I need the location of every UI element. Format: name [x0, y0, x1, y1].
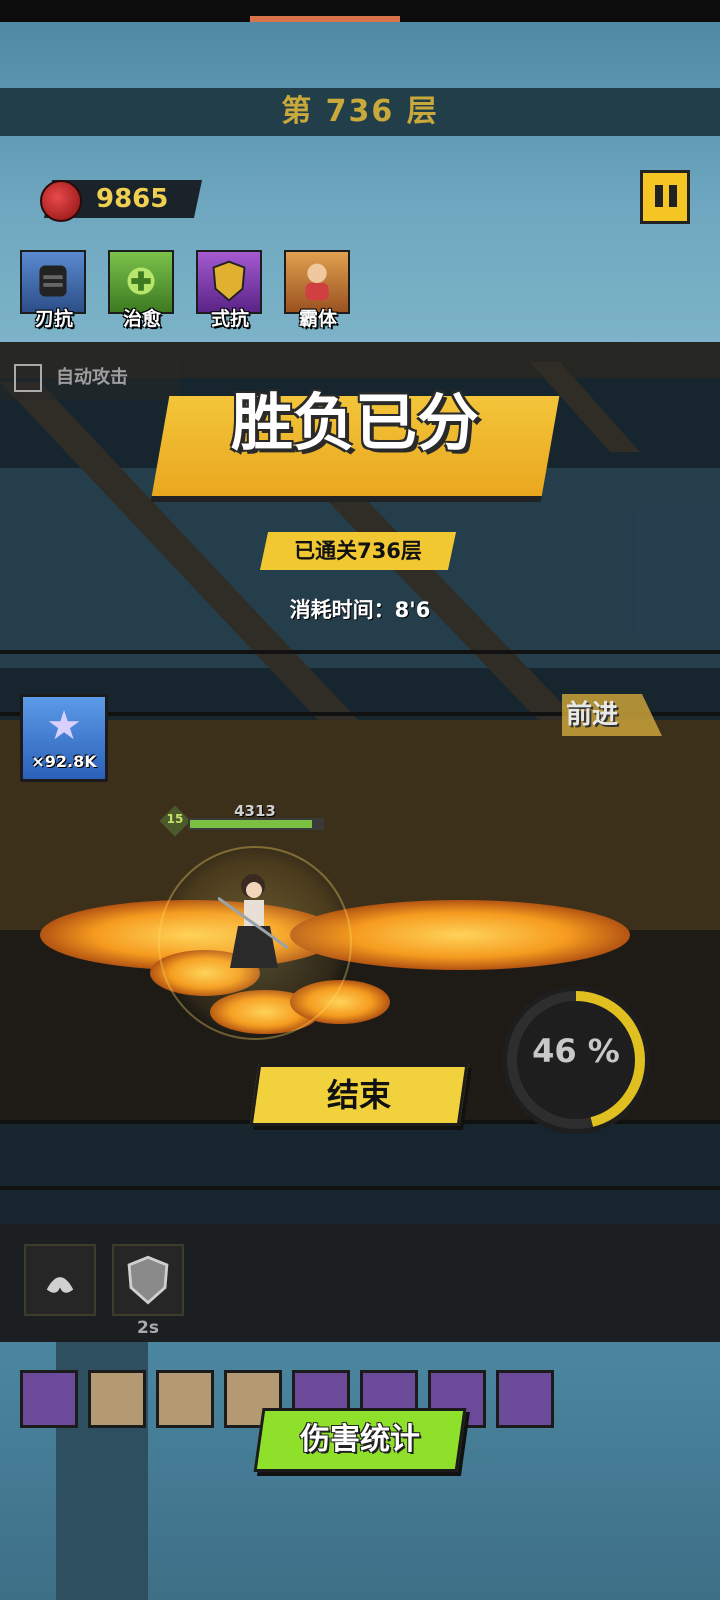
time-spent: 消耗时间：8'6 [289, 598, 431, 622]
pause-icon [655, 185, 663, 207]
pause-button[interactable] [640, 170, 690, 224]
rage-skill-button[interactable] [24, 1244, 96, 1316]
hp-bar-fill [190, 820, 312, 828]
buff-label: 治愈 [122, 308, 161, 330]
medal-count: ×92.8K [31, 752, 97, 771]
buff-label: 刃抗 [34, 308, 73, 330]
floor-title: 第 736 层 [281, 94, 439, 129]
buff-super-armor[interactable]: 霸体 [284, 250, 352, 330]
hp-value: 4313 [234, 802, 276, 820]
buff-label: 霸体 [298, 308, 337, 330]
shield-icon [127, 1255, 169, 1305]
end-button-label: 结束 [326, 1076, 391, 1114]
progress-percent: 46 % [532, 1032, 620, 1070]
auto-attack-label: 自动攻击 [56, 367, 128, 388]
shadow-strike-icon[interactable] [20, 1370, 78, 1428]
shield-skill-button[interactable] [112, 1244, 184, 1316]
status-bar [0, 0, 720, 22]
skill-cooldown: 2s [137, 1318, 159, 1338]
buff-blade-resist[interactable]: 刃抗 [20, 250, 88, 330]
auto-attack-checkbox[interactable] [14, 364, 42, 392]
skill-panel [0, 1224, 720, 1342]
red-gem-icon [40, 180, 82, 222]
explosion-icon[interactable] [88, 1370, 146, 1428]
buff-label: 式抗 [210, 308, 249, 330]
star-medal-icon: ★ [46, 703, 82, 749]
currency-value: 9865 [96, 184, 169, 214]
advance-label: 前进 [566, 700, 619, 730]
railing-top [0, 650, 720, 654]
buff-heal[interactable]: 治愈 [108, 250, 176, 330]
rage-fist-icon [46, 1277, 74, 1293]
victory-title: 胜负已分 [230, 386, 479, 459]
hero-character[interactable] [218, 868, 288, 978]
cleared-text: 已通关736层 [294, 539, 422, 563]
hero-level: 15 [166, 812, 184, 826]
meteor-icon[interactable] [496, 1370, 554, 1428]
lightning-icon[interactable] [156, 1370, 214, 1428]
buff-skill-resist[interactable]: 式抗 [196, 250, 264, 330]
railing-bottom [0, 1186, 720, 1190]
damage-stats-label: 伤害统计 [300, 1422, 420, 1457]
